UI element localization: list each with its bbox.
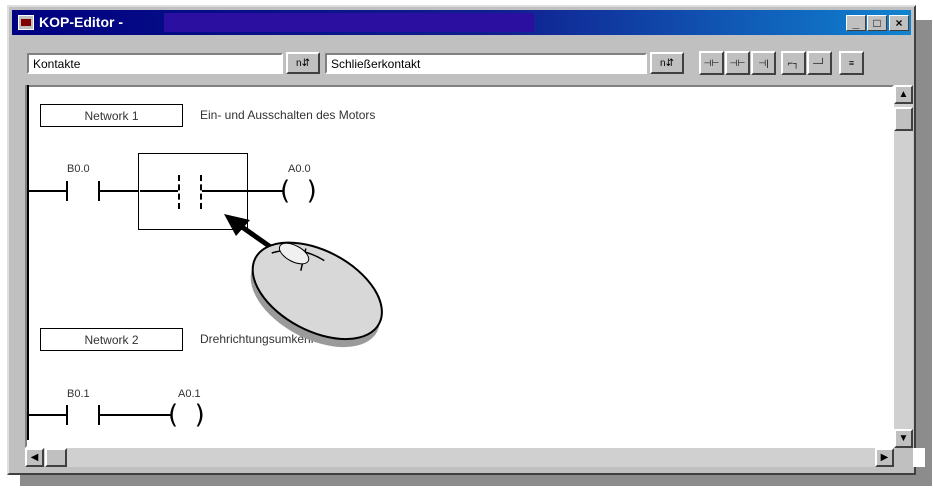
scroll-left-button[interactable]: ◀ — [25, 448, 44, 467]
contact-close-icon: ⊣| — [758, 58, 769, 68]
horizontal-scrollbar[interactable]: ◀ ▶ — [25, 448, 894, 467]
network-2-contact-address: B0.1 — [67, 388, 90, 400]
contact-left-icon: ⊣⊢ — [703, 58, 720, 68]
network-1-rung-wire — [29, 190, 66, 192]
network-insert-tool[interactable]: ≡ — [839, 51, 864, 75]
window-title: KOP-Editor - — [39, 14, 123, 30]
network-insert-icon: ≡ — [848, 58, 855, 68]
scroll-down-button[interactable]: ▼ — [894, 429, 913, 448]
contact-branch-icon: ⊣⊢ — [729, 58, 746, 68]
network-2-label[interactable]: Network 2 — [40, 328, 183, 351]
branch-open-icon: ⌐┐ — [787, 58, 800, 68]
network-1-contact-address: B0.0 — [67, 163, 90, 175]
contact-branch-tool[interactable]: ⊣⊢ — [725, 51, 750, 75]
network-1-comment[interactable]: Ein- und Ausschalten des Motors — [200, 108, 375, 122]
maximize-button[interactable]: □ — [867, 15, 887, 31]
new-contact-placeholder — [178, 175, 180, 209]
horizontal-scroll-thumb[interactable] — [45, 448, 67, 467]
sort-icon: ⇵ — [301, 57, 310, 69]
title-bar[interactable]: KOP-Editor - _ □ × — [12, 10, 911, 35]
network-2-rung-wire — [29, 414, 66, 416]
minimize-button[interactable]: _ — [846, 15, 866, 31]
new-contact-placeholder — [200, 175, 202, 209]
network-2-contact[interactable] — [66, 405, 100, 425]
ladder-canvas[interactable] — [25, 85, 894, 448]
title-selection-highlight — [164, 13, 534, 32]
network-1-contact[interactable] — [66, 181, 100, 201]
scroll-up-button[interactable]: ▲ — [894, 85, 913, 104]
contact-left-tool[interactable]: ⊣⊢ — [699, 51, 724, 75]
close-button[interactable]: × — [889, 15, 909, 31]
network-1-rung-wire — [202, 190, 284, 192]
category-select[interactable]: Kontakte — [27, 53, 283, 74]
arrow-left-icon: ◀ — [30, 452, 39, 463]
size-grip — [913, 448, 925, 467]
arrow-down-icon: ▼ — [898, 433, 909, 444]
network-1-rung-wire — [100, 190, 138, 192]
element-select[interactable]: Schließerkontakt — [325, 53, 647, 74]
network-2-coil[interactable]: ( ) — [168, 402, 205, 428]
element-sort-button[interactable]: n ⇵ — [650, 52, 684, 74]
branch-close-icon: ─┘ — [813, 58, 826, 68]
arrow-right-icon: ▶ — [880, 452, 889, 463]
ladder-editor-icon[interactable] — [18, 15, 34, 30]
power-rail — [27, 85, 29, 440]
network-1-label[interactable]: Network 1 — [40, 104, 183, 127]
scroll-right-button[interactable]: ▶ — [875, 448, 894, 467]
vertical-scrollbar[interactable]: ▲ ▼ — [894, 85, 913, 448]
branch-open-tool[interactable]: ⌐┐ — [781, 51, 806, 75]
network-2-rung-wire — [100, 414, 172, 416]
arrow-up-icon: ▲ — [898, 89, 909, 100]
kop-editor-window: KOP-Editor - _ □ × Kontakte n ⇵ Schließer… — [7, 5, 925, 475]
network-1-coil-address: A0.0 — [288, 163, 311, 175]
vertical-scroll-thumb[interactable] — [894, 107, 913, 131]
computer-mouse-icon — [224, 214, 383, 348]
sort-icon: ⇵ — [665, 57, 674, 69]
category-sort-button[interactable]: n ⇵ — [286, 52, 320, 74]
network-2-coil-address: A0.1 — [178, 388, 201, 400]
contact-close-tool[interactable]: ⊣| — [751, 51, 776, 75]
branch-close-tool[interactable]: ─┘ — [807, 51, 832, 75]
network-1-rung-wire — [140, 190, 178, 192]
